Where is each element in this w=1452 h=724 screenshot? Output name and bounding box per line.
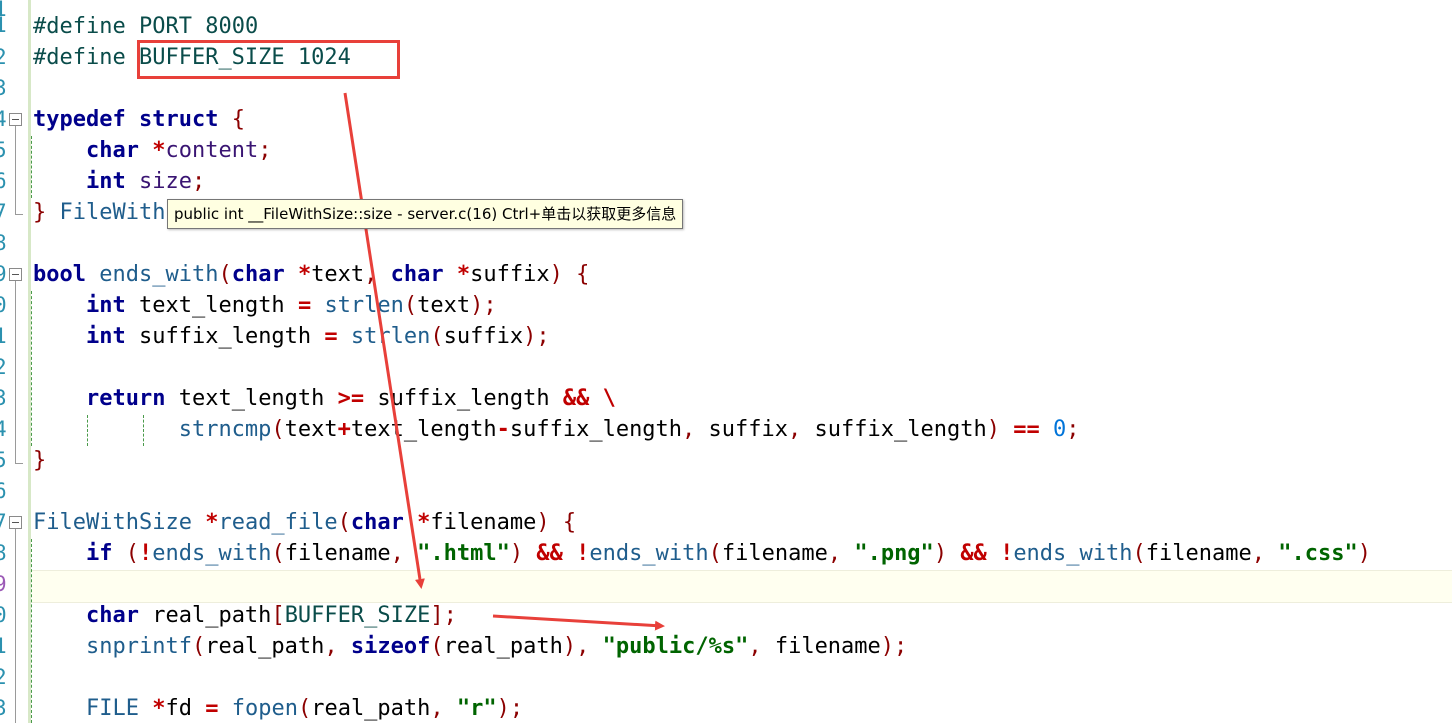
code-editor[interactable]: 1 1 2 3 4 5 6 7 8 9 0 1 2 3 4 5 6 7 8 9 … bbox=[0, 0, 1452, 723]
annotation-arrows bbox=[343, 92, 665, 631]
hover-tooltip: public int __FileWithSize::size - server… bbox=[167, 199, 684, 229]
annotation-arrow bbox=[492, 614, 665, 631]
annotation-arrow bbox=[343, 92, 425, 589]
